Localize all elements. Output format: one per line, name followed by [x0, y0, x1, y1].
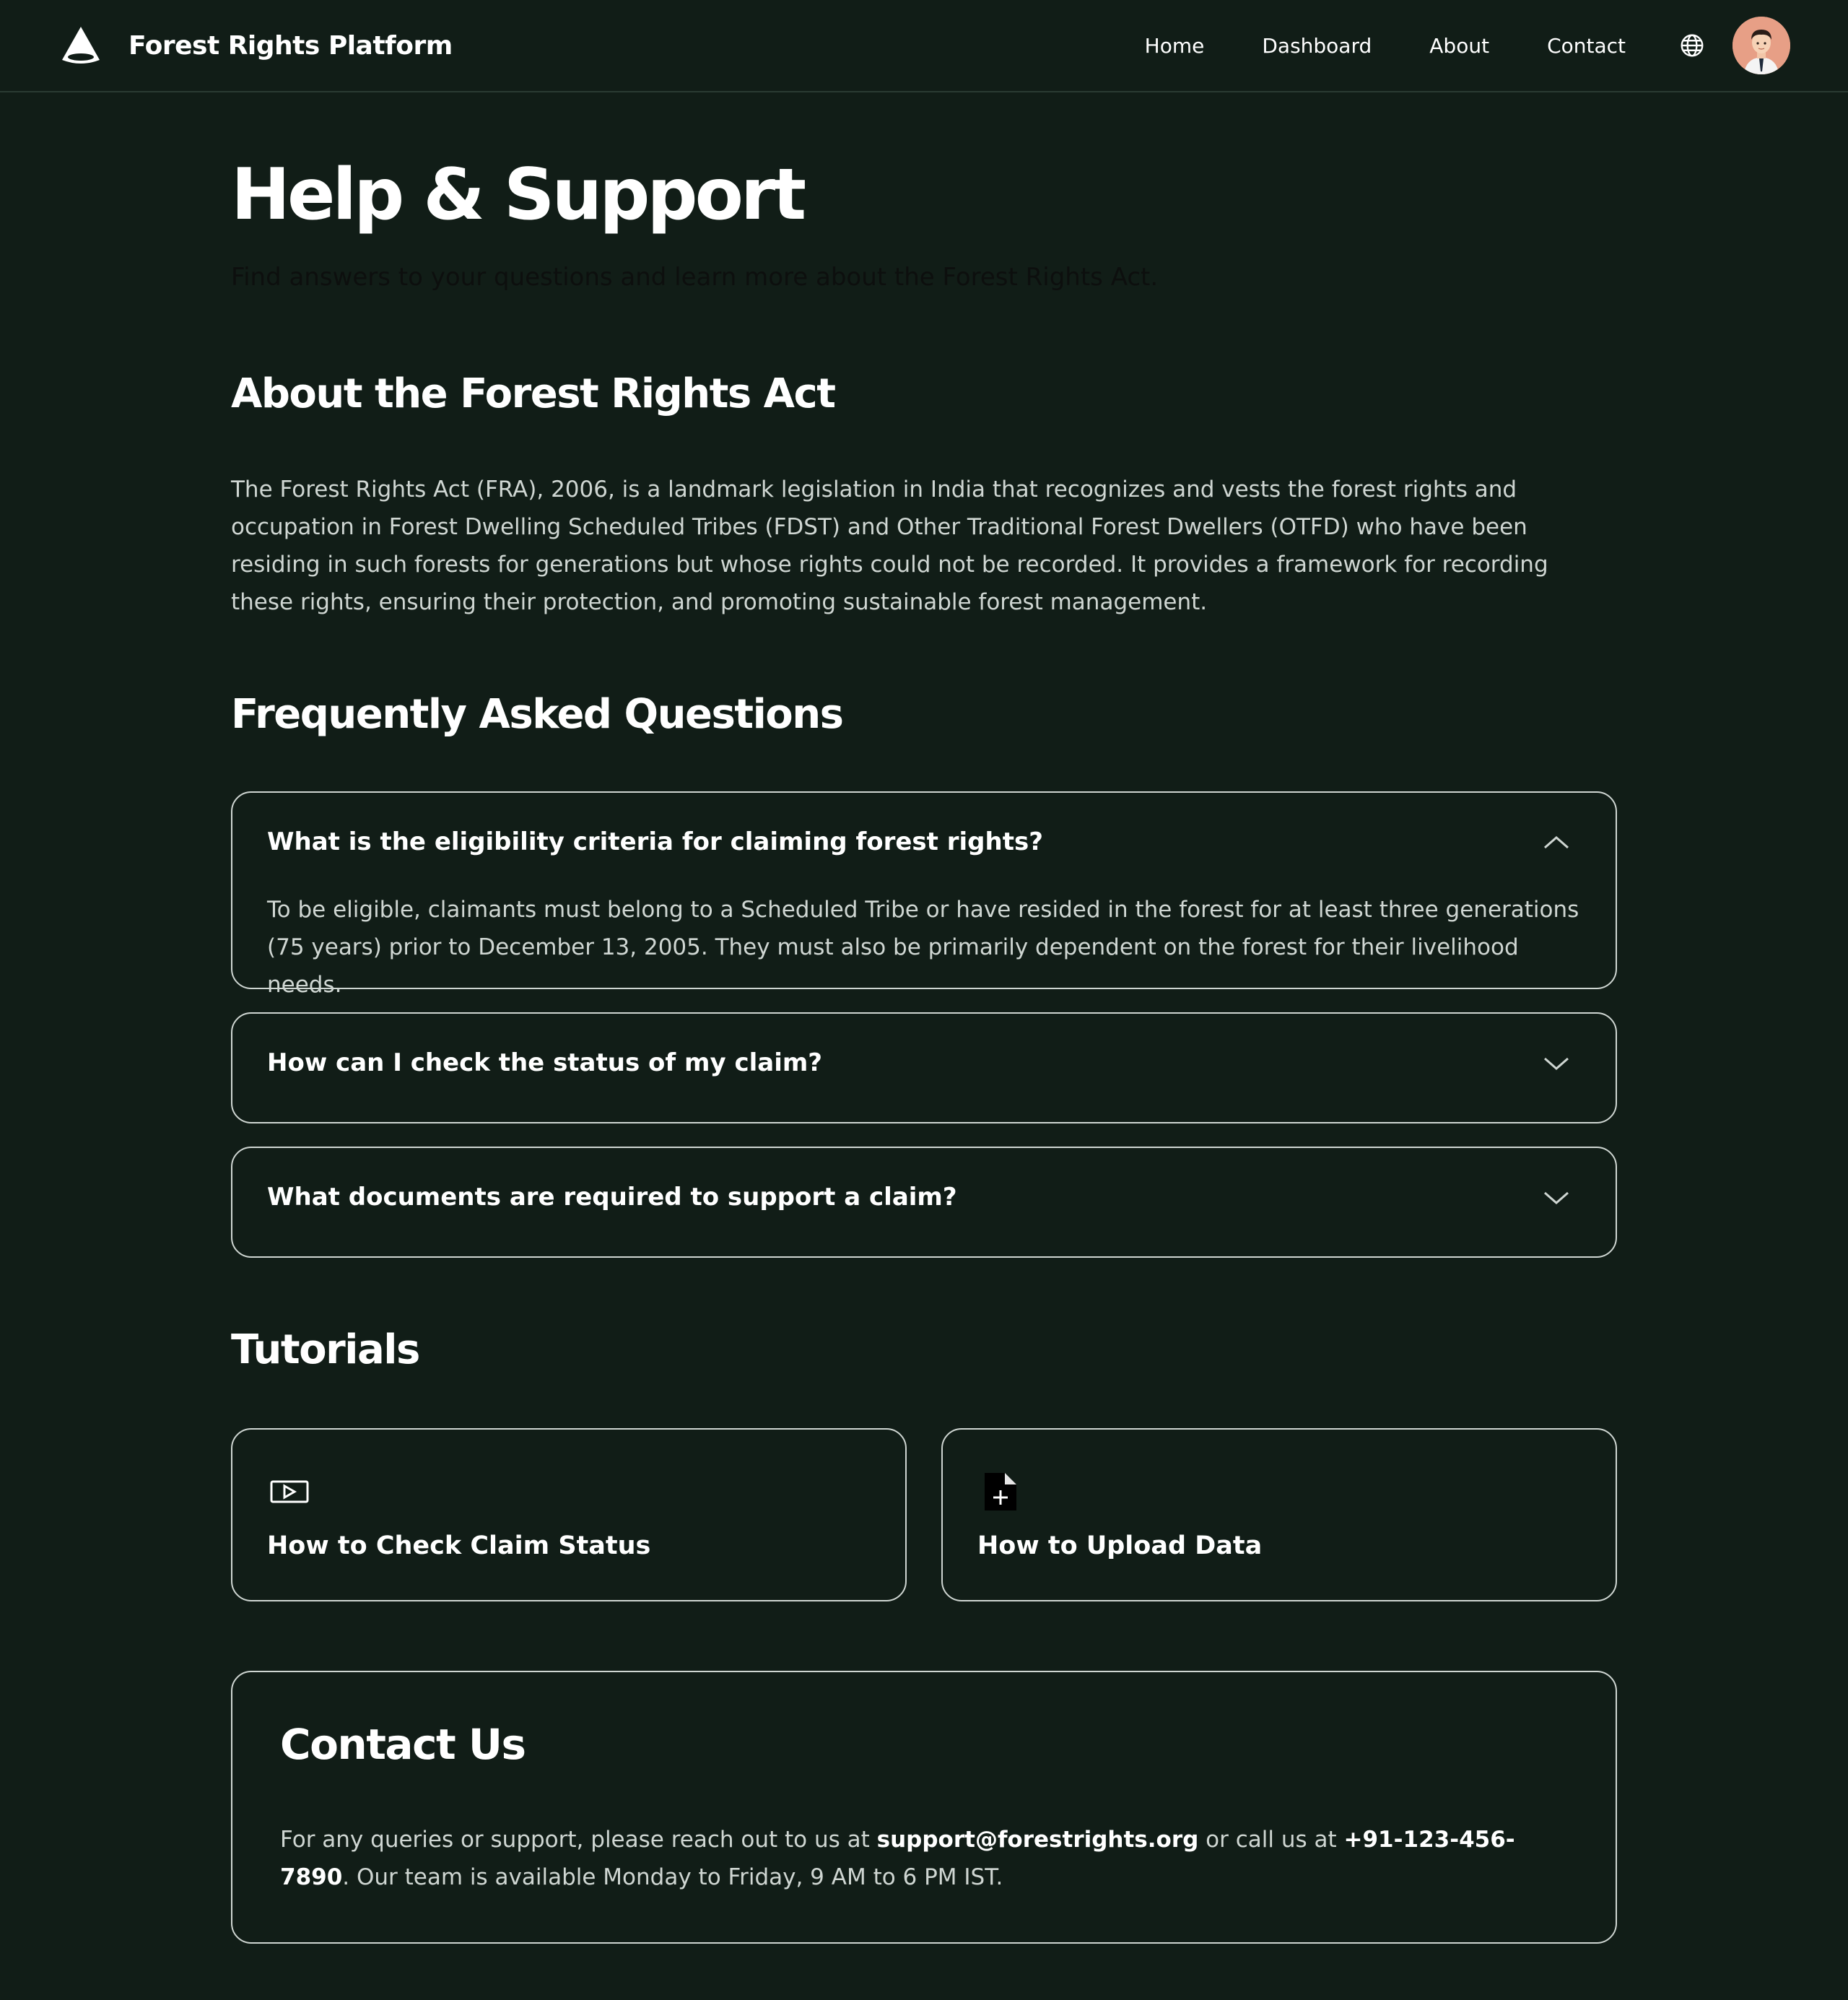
chevron-down-icon[interactable] — [1542, 1187, 1571, 1209]
faq-answer: To be eligible, claimants must belong to… — [267, 897, 1579, 998]
tutorial-title: How to Upload Data — [977, 1531, 1263, 1560]
video-icon — [270, 1480, 309, 1503]
brand[interactable]: Forest Rights Platform — [58, 22, 453, 69]
brand-name: Forest Rights Platform — [128, 30, 453, 61]
faq-question[interactable]: What is the eligibility criteria for cla… — [267, 827, 1043, 857]
faq-item[interactable]: What is the eligibility criteria for cla… — [231, 791, 1617, 998]
nav-home[interactable]: Home — [1145, 34, 1205, 58]
page-subtitle: Find answers to your questions and learn… — [231, 263, 1159, 292]
tutorial-title: How to Check Claim Status — [267, 1531, 651, 1560]
faq-question[interactable]: How can I check the status of my claim? — [267, 1048, 822, 1078]
tutorial-card-check-status[interactable]: How to Check Claim Status — [231, 1428, 907, 1601]
language-button[interactable] — [1678, 31, 1707, 60]
about-heading: About the Forest Rights Act — [231, 370, 836, 417]
tutorials-heading: Tutorials — [231, 1326, 420, 1373]
contact-card: Contact Us For any queries or support, p… — [231, 1671, 1617, 1944]
globe-icon — [1681, 34, 1704, 57]
tutorial-card-upload-data[interactable]: How to Upload Data — [941, 1428, 1617, 1601]
nav-dashboard[interactable]: Dashboard — [1262, 34, 1372, 58]
tent-icon — [62, 27, 100, 64]
support-email-link[interactable]: support@forestrights.org — [877, 1827, 1199, 1853]
chevron-up-icon[interactable] — [1542, 832, 1571, 853]
avatar-illustration — [1732, 17, 1790, 74]
contact-text-part: For any queries or support, please reach… — [280, 1827, 877, 1853]
nav-contact[interactable]: Contact — [1547, 34, 1626, 58]
contact-text-part: or call us at — [1198, 1827, 1344, 1853]
top-navbar: Forest Rights Platform Home Dashboard Ab… — [0, 0, 1848, 92]
contact-text: For any queries or support, please reach… — [280, 1821, 1572, 1896]
contact-text-part: . Our team is available Monday to Friday… — [342, 1864, 1003, 1890]
page-title: Help & Support — [231, 154, 806, 236]
main-nav: Home Dashboard About Contact — [1145, 17, 1790, 74]
user-avatar[interactable] — [1732, 17, 1790, 74]
nav-about[interactable]: About — [1429, 34, 1489, 58]
file-add-icon — [985, 1473, 1016, 1510]
faq-item[interactable]: How can I check the status of my claim? — [231, 1012, 1617, 1123]
faq-item[interactable]: What documents are required to support a… — [231, 1147, 1617, 1258]
faq-heading: Frequently Asked Questions — [231, 691, 844, 738]
contact-heading: Contact Us — [280, 1720, 526, 1769]
chevron-down-icon[interactable] — [1542, 1053, 1571, 1074]
faq-question[interactable]: What documents are required to support a… — [267, 1183, 957, 1212]
about-text: The Forest Rights Act (FRA), 2006, is a … — [231, 477, 1548, 615]
